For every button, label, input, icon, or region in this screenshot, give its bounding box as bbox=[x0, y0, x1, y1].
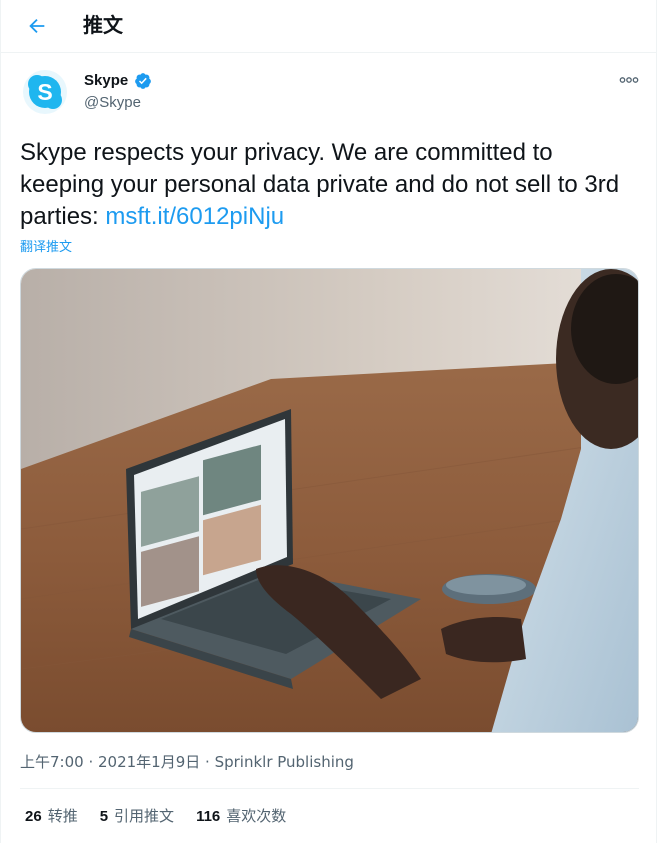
author-name[interactable]: Skype bbox=[84, 71, 128, 91]
more-dots-icon bbox=[619, 77, 639, 83]
retweets-label: 转推 bbox=[47, 807, 78, 825]
likes-label: 喜欢次数 bbox=[226, 807, 287, 825]
retweets-count: 26 bbox=[25, 808, 42, 825]
more-options-button[interactable] bbox=[613, 68, 645, 92]
tweet-time[interactable]: 上午7:00 bbox=[20, 753, 84, 771]
verified-badge-icon bbox=[135, 73, 151, 89]
tweet-link[interactable]: msft.it/6012piNju bbox=[105, 203, 284, 230]
meta-separator: · bbox=[200, 753, 215, 771]
skype-logo-letter: S bbox=[37, 79, 52, 105]
skype-logo-icon: S bbox=[23, 70, 67, 114]
header: 推文 bbox=[1, 0, 657, 53]
tweet-media-photo[interactable] bbox=[20, 268, 639, 733]
likes-stat[interactable]: 116 喜欢次数 bbox=[196, 806, 286, 827]
retweets-stat[interactable]: 26 转推 bbox=[25, 806, 78, 827]
quote-tweets-stat[interactable]: 5 引用推文 bbox=[100, 806, 174, 827]
tweet-date[interactable]: 2021年1月9日 bbox=[98, 753, 200, 771]
photo-image bbox=[21, 269, 638, 732]
tweet-page: 推文 S Skype @Skype Skype respects your pr… bbox=[0, 0, 657, 843]
back-button[interactable] bbox=[19, 8, 55, 44]
divider bbox=[20, 788, 639, 789]
arrow-left-icon bbox=[29, 18, 45, 34]
tweet-meta: 上午7:00 · 2021年1月9日 · Sprinklr Publishing bbox=[20, 752, 354, 772]
likes-count: 116 bbox=[196, 808, 221, 825]
meta-separator: · bbox=[83, 753, 98, 771]
tweet-stats: 26 转推 5 引用推文 116 喜欢次数 bbox=[25, 806, 286, 827]
avatar[interactable]: S bbox=[20, 67, 70, 117]
tweet-source[interactable]: Sprinklr Publishing bbox=[215, 753, 354, 771]
author-handle[interactable]: @Skype bbox=[84, 93, 141, 113]
translate-tweet-link[interactable]: 翻译推文 bbox=[20, 240, 72, 256]
quote-tweets-count: 5 bbox=[99, 808, 109, 825]
quote-tweets-label: 引用推文 bbox=[114, 807, 175, 825]
page-title: 推文 bbox=[83, 13, 123, 37]
tweet-text: Skype respects your privacy. We are comm… bbox=[20, 137, 640, 233]
